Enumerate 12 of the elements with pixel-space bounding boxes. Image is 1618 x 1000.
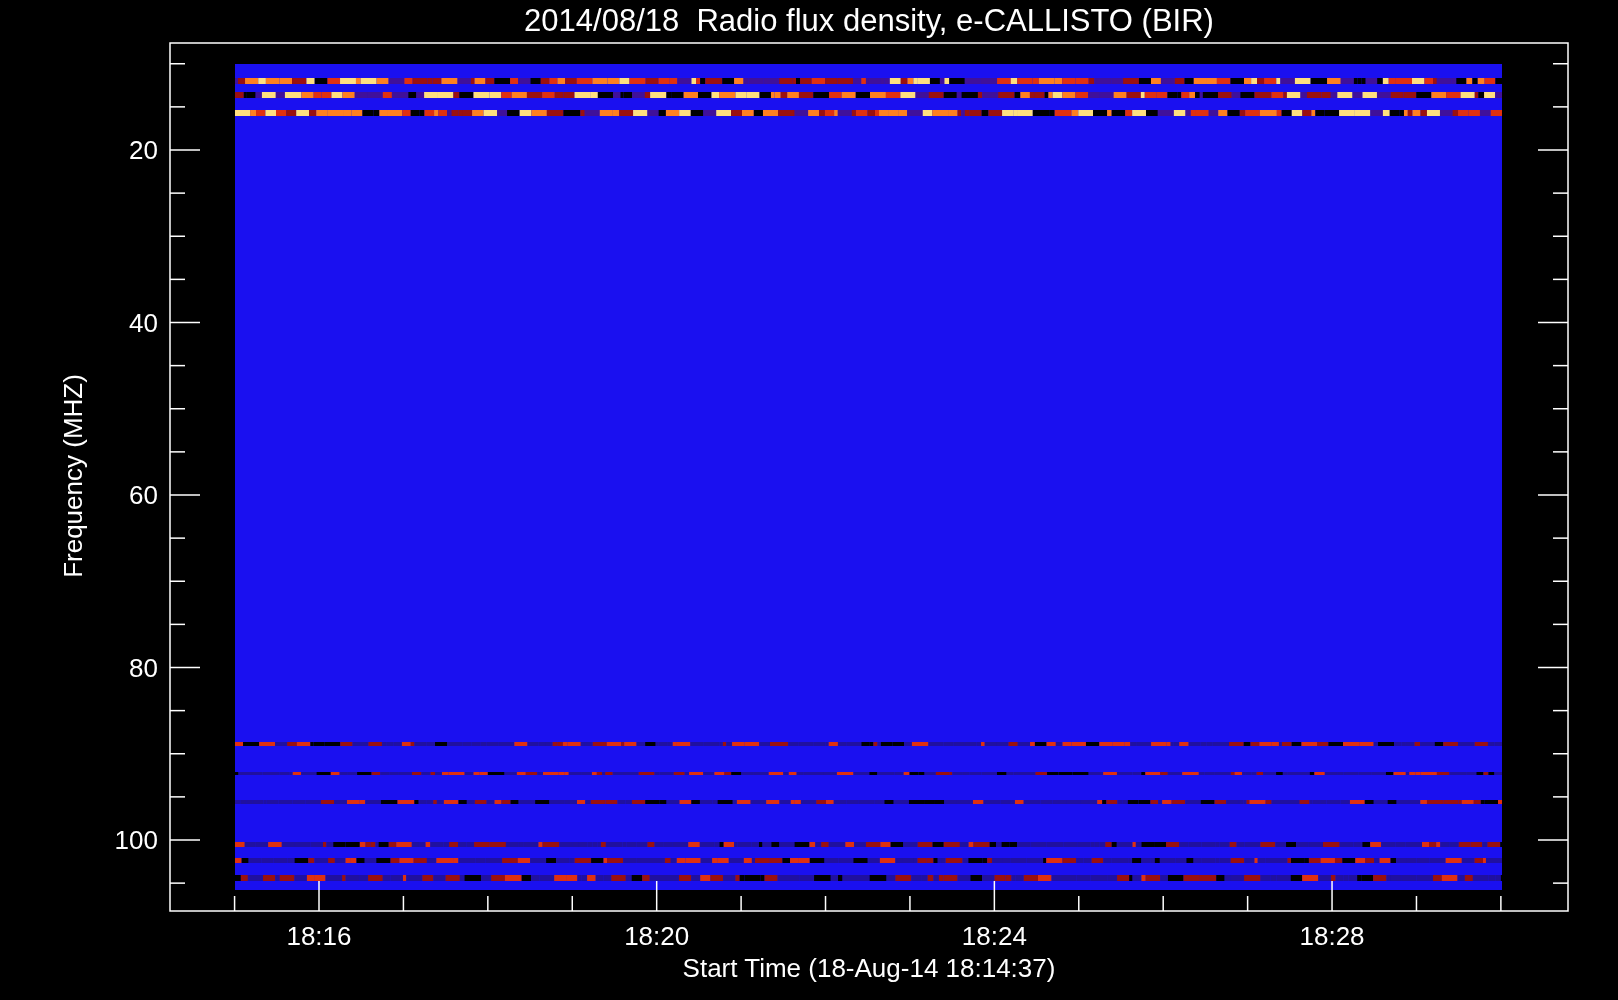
x-tick-label: 18:24 xyxy=(961,921,1027,951)
y-tick-label: 100 xyxy=(114,825,158,855)
y-tick-label: 40 xyxy=(129,307,158,338)
y-tick-label: 80 xyxy=(129,652,158,683)
y-tick-label: 60 xyxy=(129,480,158,510)
chart-title: 2014/08/18 Radio flux density, e-CALLISTO (BIR) xyxy=(524,3,1214,38)
x-tick-label: 18:16 xyxy=(286,921,352,951)
x-axis-label: Start Time (18-Aug-14 18:14:37) xyxy=(682,953,1056,983)
x-tick-label: 18:20 xyxy=(624,921,690,951)
y-tick-label: 20 xyxy=(129,135,158,165)
y-axis-label: Frequency (MHZ) xyxy=(58,374,88,578)
x-tick-label: 18:28 xyxy=(1299,921,1365,951)
